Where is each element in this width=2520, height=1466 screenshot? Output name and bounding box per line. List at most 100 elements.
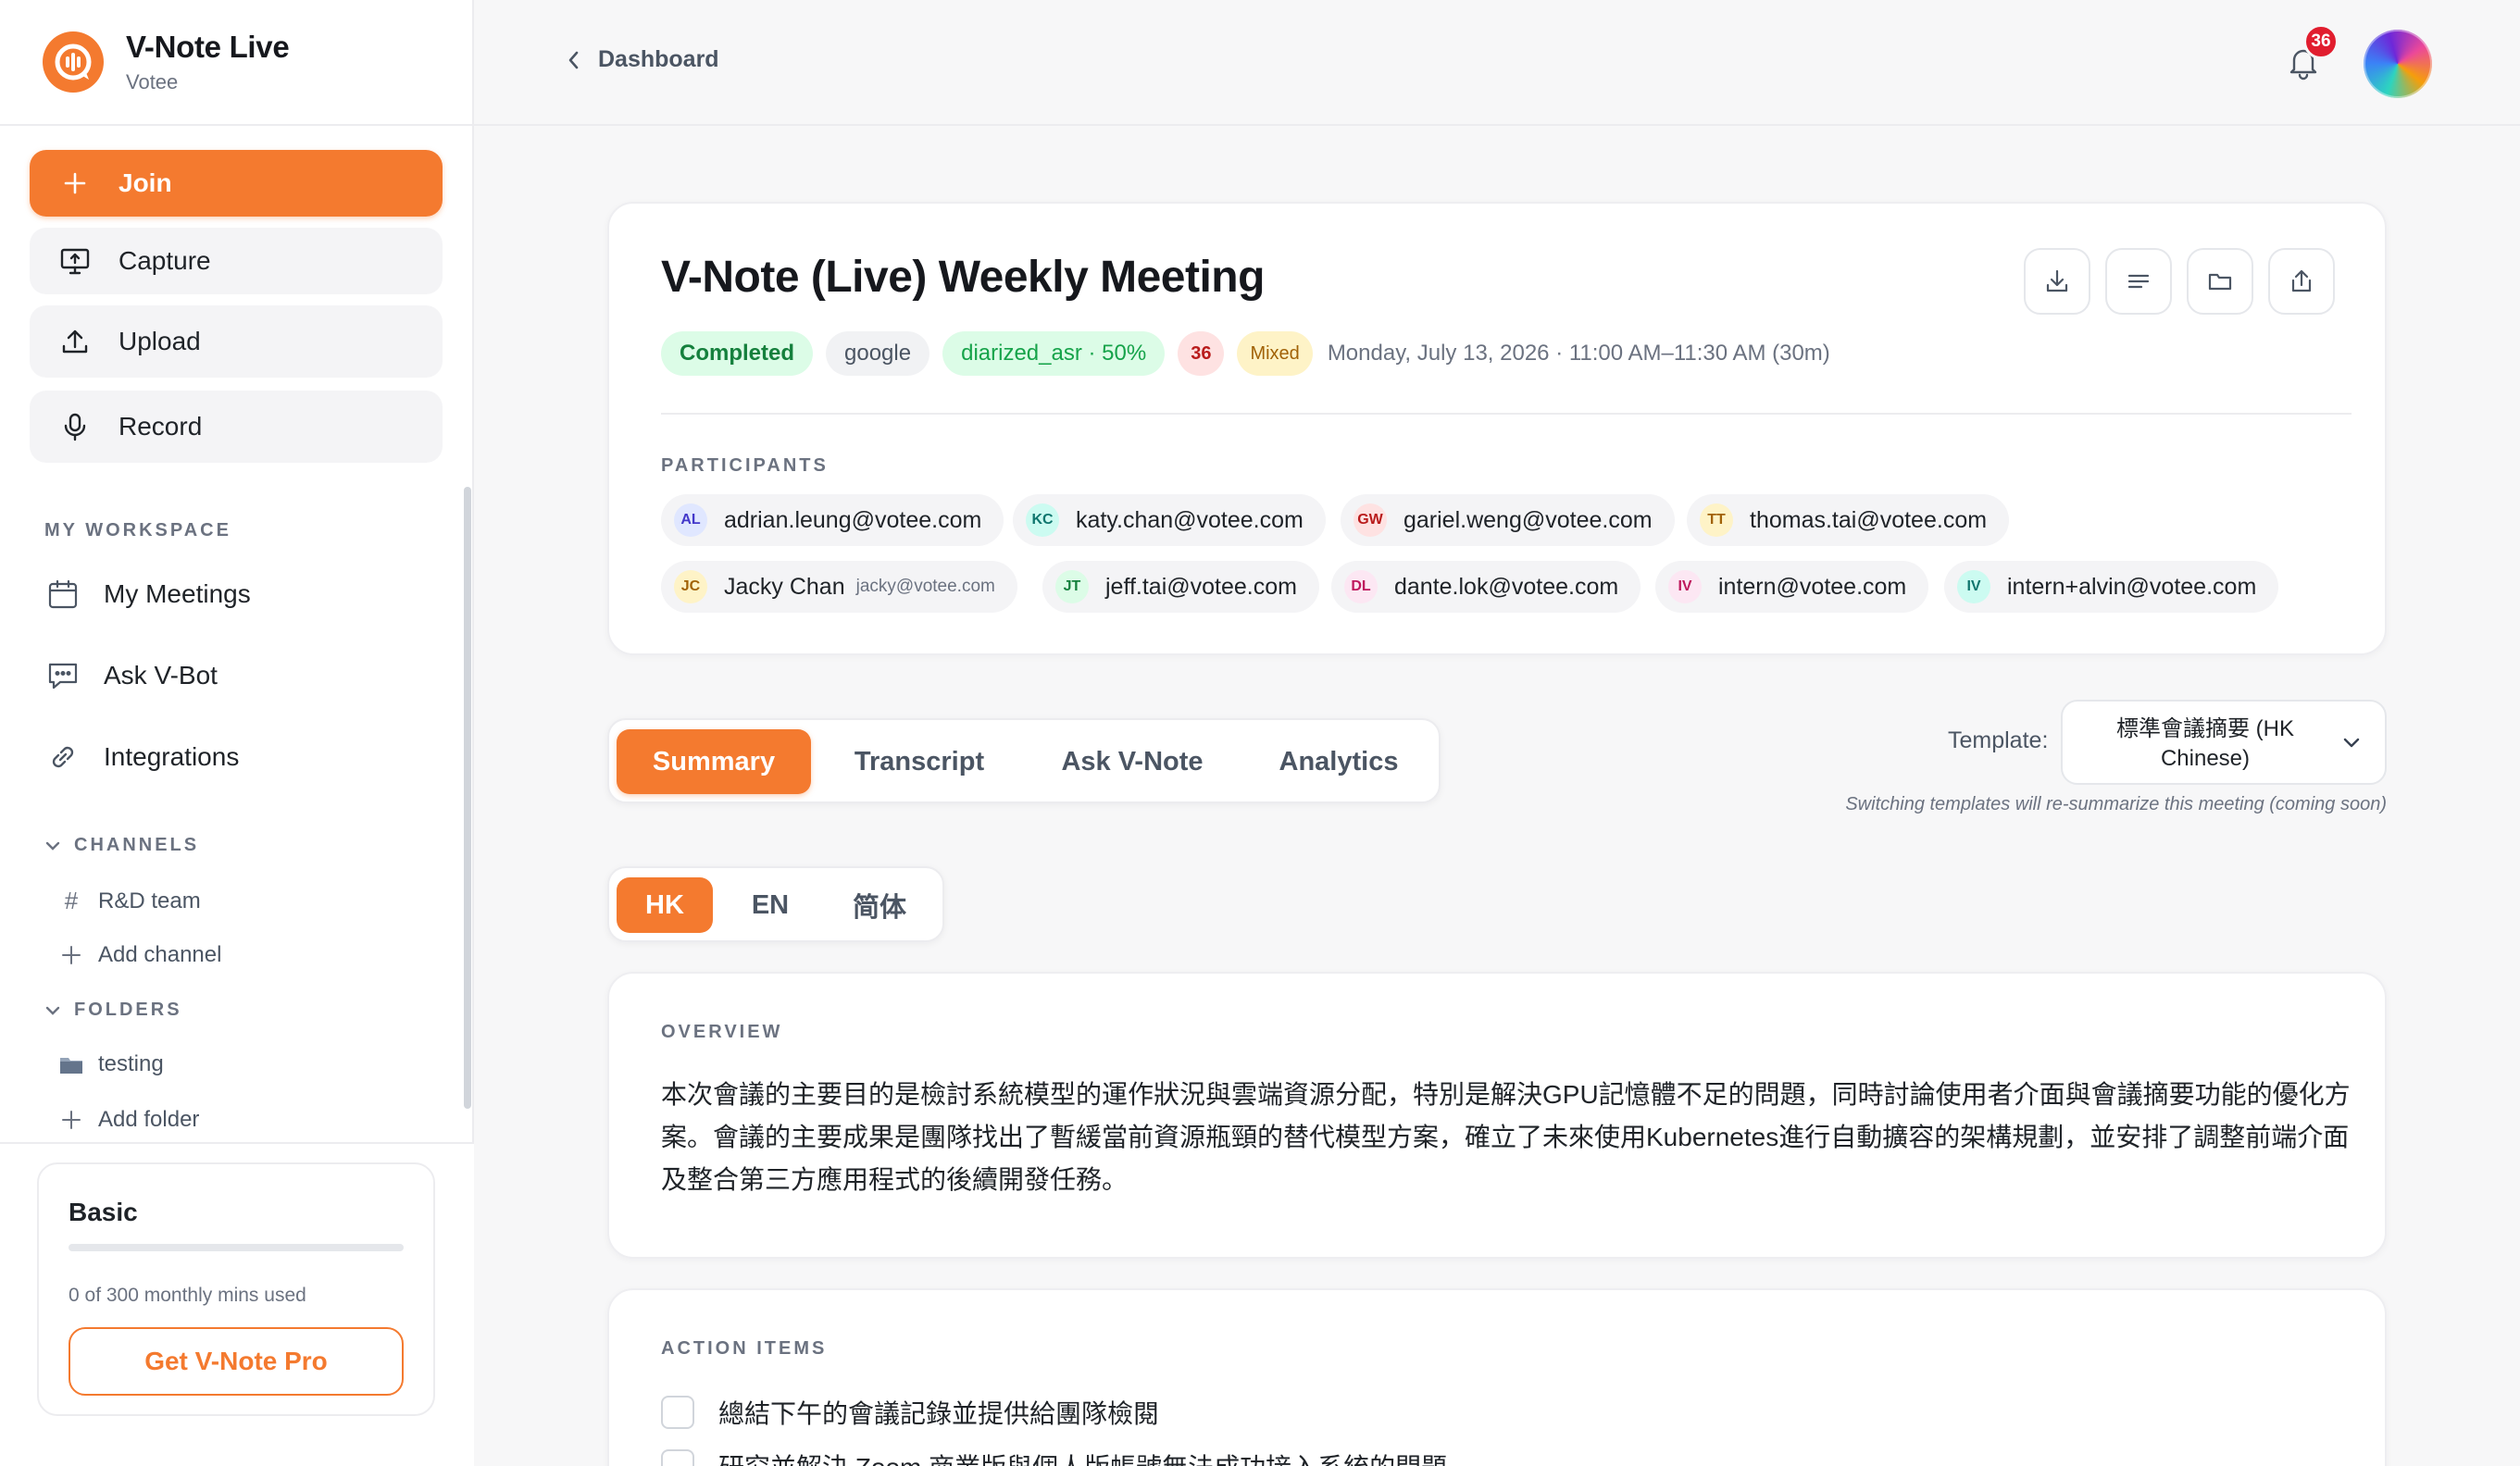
status-badge: Completed (661, 331, 814, 376)
template-select[interactable]: 標準會議摘要 (HK Chinese) (2061, 700, 2387, 785)
folder-icon (2208, 273, 2232, 291)
action-item-text: 總結下午的會議記錄並提供給團隊檢閱 (718, 1399, 1160, 1428)
download-button[interactable] (2024, 248, 2090, 315)
app-name: V-Note Live (126, 30, 290, 64)
chevron-down-icon (2343, 738, 2360, 748)
view-tabs: Summary Transcript Ask V-Note Analytics (607, 718, 1441, 803)
plus-icon (59, 168, 91, 199)
tab-analytics[interactable]: Analytics (1248, 729, 1429, 794)
channels-section-toggle[interactable]: CHANNELS (44, 835, 199, 856)
sidebar-item-my-meetings[interactable]: My Meetings (46, 578, 251, 611)
add-channel-button[interactable]: Add channel (59, 942, 221, 968)
participant-email: jeff.tai@votee.com (1105, 573, 1297, 600)
participant-chip[interactable]: TT thomas.tai@votee.com (1687, 494, 2010, 546)
monitor-upload-icon (59, 245, 91, 277)
upgrade-button[interactable]: Get V-Note Pro (69, 1327, 404, 1396)
move-to-folder-button[interactable] (2187, 248, 2253, 315)
lang-tab-hk[interactable]: HK (617, 877, 713, 933)
sidebar: V-Note Live Votee Join Capture Upload Re… (0, 0, 474, 1466)
source-badge: google (826, 331, 930, 376)
notes-button[interactable] (2105, 248, 2172, 315)
template-label: Template: (1948, 727, 2049, 753)
channels-section-label: CHANNELS (74, 835, 200, 855)
participant-chip[interactable]: JC Jacky Chan jacky@votee.com (661, 561, 1017, 613)
sidebar-item-integrations[interactable]: Integrations (46, 740, 239, 774)
chevron-left-icon (568, 51, 579, 68)
participant-initials: IV (1668, 570, 1702, 603)
plan-name: Basic (69, 1198, 138, 1226)
join-button[interactable]: Join (30, 150, 443, 217)
share-icon (2291, 269, 2312, 292)
participant-email: gariel.weng@votee.com (1403, 506, 1653, 533)
brand-header[interactable]: V-Note Live Votee (0, 0, 472, 126)
participant-chip[interactable]: KC katy.chan@votee.com (1013, 494, 1326, 546)
calendar-icon (46, 578, 80, 611)
overview-label: OVERVIEW (661, 1022, 783, 1042)
participant-chip[interactable]: AL adrian.leung@votee.com (661, 494, 1004, 546)
meeting-meta-row: Completed google diarized_asr · 50% 36 M… (661, 331, 1830, 376)
participant-email: intern+alvin@votee.com (2007, 573, 2257, 600)
participant-email: katy.chan@votee.com (1076, 506, 1304, 533)
action-item[interactable]: 總結下午的會議記錄並提供給團隊檢閱 (661, 1394, 1159, 1431)
record-button[interactable]: Record (30, 391, 443, 463)
sidebar-channel-rnd-team[interactable]: # R&D team (59, 887, 201, 915)
microphone-icon (59, 411, 91, 442)
workspace-section-label: MY WORKSPACE (44, 520, 231, 540)
tab-summary[interactable]: Summary (617, 729, 811, 794)
upload-icon (59, 326, 91, 357)
participant-initials: TT (1700, 503, 1733, 537)
chevron-down-icon (45, 1006, 60, 1015)
participant-initials: KC (1026, 503, 1059, 537)
lang-tab-en[interactable]: EN (722, 877, 818, 933)
pipeline-badge: diarized_asr · 50% (942, 331, 1166, 376)
add-folder-button[interactable]: Add folder (59, 1107, 199, 1133)
avatar[interactable] (2364, 30, 2432, 98)
chat-icon (46, 659, 80, 692)
participant-chip[interactable]: DL dante.lok@votee.com (1331, 561, 1641, 613)
template-value: 標準會議摘要 (HK Chinese) (2116, 716, 2294, 771)
meeting-header-card: V-Note (Live) Weekly Meeting Completed g… (607, 202, 2387, 655)
sidebar-item-ask-v-bot[interactable]: Ask V-Bot (46, 659, 218, 692)
top-bar: Dashboard 36 (474, 0, 2520, 126)
join-label: Join (119, 168, 172, 197)
add-folder-label: Add folder (98, 1107, 200, 1132)
participant-initials: IV (1957, 570, 1990, 603)
count-badge: 36 (1178, 331, 1225, 376)
capture-label: Capture (119, 246, 211, 275)
participant-email: jacky@votee.com (855, 577, 995, 596)
sidebar-scrollbar[interactable] (464, 487, 471, 1109)
upload-button[interactable]: Upload (30, 305, 443, 378)
chevron-down-icon (45, 841, 60, 851)
capture-button[interactable]: Capture (30, 228, 443, 294)
participant-email: intern@votee.com (1718, 573, 1907, 600)
participant-initials: GW (1354, 503, 1387, 537)
folders-section-label: FOLDERS (74, 1000, 182, 1020)
participant-email: thomas.tai@votee.com (1750, 506, 1988, 533)
sidebar-folder-testing[interactable]: testing (59, 1051, 164, 1077)
my-meetings-label: My Meetings (104, 579, 251, 608)
hash-icon: # (64, 887, 79, 914)
participant-chip[interactable]: JT jeff.tai@votee.com (1042, 561, 1319, 613)
integrations-label: Integrations (104, 742, 240, 771)
participant-chip[interactable]: IV intern@votee.com (1655, 561, 1929, 613)
folders-section-toggle[interactable]: FOLDERS (44, 1000, 182, 1021)
action-item-checkbox[interactable] (661, 1396, 694, 1429)
share-button[interactable] (2268, 248, 2335, 315)
participants-label: PARTICIPANTS (661, 455, 829, 476)
tab-transcript[interactable]: Transcript (822, 729, 1017, 794)
action-items-label: ACTION ITEMS (661, 1338, 828, 1359)
lang-tab-zh-hans[interactable]: 简体 (828, 877, 931, 933)
participant-email: adrian.leung@votee.com (724, 506, 982, 533)
participant-initials: DL (1344, 570, 1378, 603)
language-tabs: HK EN 简体 (607, 866, 944, 942)
action-item-checkbox[interactable] (661, 1449, 694, 1466)
language-badge: Mixed (1237, 331, 1313, 376)
breadcrumb-back-link[interactable]: Dashboard (567, 46, 719, 73)
action-item[interactable]: 研究並解決 Zoom 商業版與個人版帳號無法成功接入系統的問題 (661, 1447, 1447, 1466)
participant-chip[interactable]: GW gariel.weng@votee.com (1341, 494, 1675, 546)
participant-chip[interactable]: IV intern+alvin@votee.com (1944, 561, 2279, 613)
meeting-title: V-Note (Live) Weekly Meeting (661, 253, 1265, 302)
folder-icon (59, 1054, 83, 1075)
tab-ask-v-note[interactable]: Ask V-Note (1028, 729, 1237, 794)
overview-card: OVERVIEW 本次會議的主要目的是檢討系統模型的運作狀況與雲端資源分配，特別… (607, 972, 2387, 1259)
